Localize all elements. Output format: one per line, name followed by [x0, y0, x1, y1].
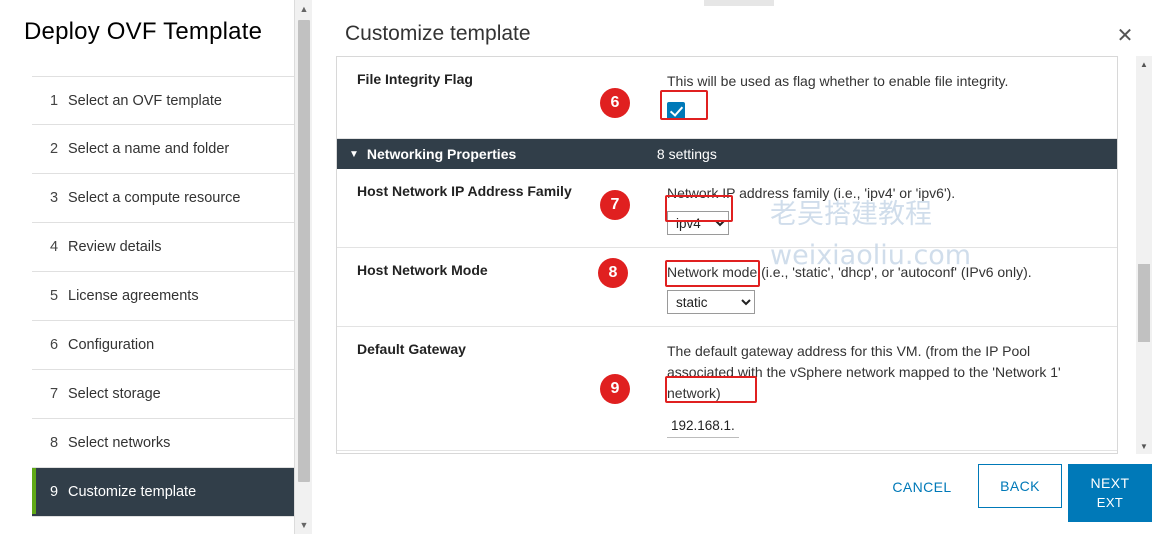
- host-network-ip-address-family-select[interactable]: ipv4 ipv6: [667, 211, 729, 235]
- step-number: 7: [50, 386, 59, 402]
- table-row: Default Gateway The default gateway addr…: [337, 327, 1117, 451]
- scrollbar-thumb[interactable]: [1138, 264, 1150, 342]
- wizard-sidebar: Deploy OVF Template 1 Select an OVF temp…: [0, 0, 313, 534]
- scroll-down-icon[interactable]: ▼: [295, 516, 313, 534]
- sidebar-item-select-a-name-and-folder[interactable]: 2 Select a name and folder: [32, 125, 294, 174]
- step-label: Customize template: [68, 484, 197, 500]
- sidebar-item-configuration[interactable]: 6 Configuration: [32, 321, 294, 370]
- table-row: Host Network Mode Network mode (i.e., 's…: [337, 248, 1117, 327]
- content-scrollbar[interactable]: ▲ ▼: [1136, 56, 1152, 454]
- customize-template-panel: Customize template ✕ File Integrity Flag…: [312, 0, 1152, 534]
- step-number: 5: [50, 288, 59, 304]
- property-description: The domain name of this VM. (from the IP…: [667, 451, 1107, 453]
- step-badge-7: 7: [600, 190, 630, 220]
- step-number: 1: [50, 92, 59, 109]
- property-value-cell: Network mode (i.e., 'static', 'dhcp', or…: [667, 248, 1117, 326]
- table-row: Domain Name The domain name of this VM. …: [337, 451, 1117, 453]
- step-label: Select an OVF template: [68, 92, 222, 109]
- step-number: 9: [50, 484, 59, 500]
- next-button-label-1: NEXT: [1090, 475, 1130, 491]
- app-window: Deploy OVF Template 1 Select an OVF temp…: [0, 0, 1152, 534]
- window-tab-fragment: [704, 0, 774, 6]
- step-number: 6: [50, 337, 59, 353]
- step-label: License agreements: [68, 288, 199, 304]
- step-label: Select a name and folder: [68, 141, 230, 157]
- step-number: 8: [50, 435, 59, 451]
- close-icon[interactable]: ✕: [1114, 26, 1136, 48]
- section-title: Networking Properties: [366, 146, 517, 162]
- wizard-footer: CANCEL BACK NEXT EXT: [312, 456, 1152, 534]
- step-label: Configuration: [68, 337, 155, 353]
- step-badge-9: 9: [600, 374, 630, 404]
- property-label: Domain Name: [337, 451, 667, 453]
- step-label: Select networks: [68, 435, 171, 451]
- step-label: Review details: [68, 239, 162, 255]
- file-integrity-checkbox[interactable]: [667, 102, 685, 120]
- property-description: This will be used as flag whether to ena…: [667, 73, 1009, 89]
- table-row: Host Network IP Address Family Network I…: [337, 169, 1117, 248]
- host-network-mode-select[interactable]: static dhcp autoconf: [667, 290, 755, 314]
- scroll-down-icon[interactable]: ▼: [1136, 438, 1152, 454]
- property-value-cell: This will be used as flag whether to ena…: [667, 57, 1117, 138]
- property-description: Network IP address family (i.e., 'ipv4' …: [667, 185, 956, 201]
- next-button-label-2: EXT: [1096, 495, 1124, 510]
- step-badge-8: 8: [598, 258, 628, 288]
- step-number: 4: [50, 239, 59, 255]
- sidebar-scrollbar[interactable]: ▲ ▼: [294, 0, 313, 534]
- step-label: Select a compute resource: [68, 190, 241, 206]
- property-value-cell: The default gateway address for this VM.…: [667, 327, 1117, 450]
- default-gateway-input[interactable]: [667, 414, 739, 438]
- scroll-up-icon[interactable]: ▲: [1136, 56, 1152, 72]
- sidebar-item-select-an-ovf-template[interactable]: 1 Select an OVF template: [32, 76, 294, 125]
- cancel-button[interactable]: CANCEL: [878, 470, 966, 504]
- step-number: 2: [50, 141, 59, 157]
- property-description: The default gateway address for this VM.…: [667, 343, 1061, 401]
- scrollbar-thumb[interactable]: [298, 20, 310, 482]
- table-row: File Integrity Flag This will be used as…: [337, 57, 1117, 139]
- section-header-networking-properties[interactable]: ▼ Networking Properties 8 settings: [337, 139, 1117, 169]
- sidebar-item-review-details[interactable]: 4 Review details: [32, 223, 294, 272]
- scroll-up-icon[interactable]: ▲: [295, 0, 313, 18]
- wizard-title: Deploy OVF Template: [24, 18, 263, 45]
- properties-table: File Integrity Flag This will be used as…: [336, 56, 1118, 454]
- wizard-step-list: 1 Select an OVF template 2 Select a name…: [32, 76, 294, 517]
- sidebar-item-customize-template[interactable]: 9 Customize template: [32, 468, 294, 517]
- property-value-cell: Network IP address family (i.e., 'ipv4' …: [667, 169, 1117, 247]
- step-badge-6: 6: [600, 88, 630, 118]
- sidebar-item-select-networks[interactable]: 8 Select networks: [32, 419, 294, 468]
- next-button[interactable]: NEXT EXT: [1068, 464, 1152, 522]
- chevron-down-icon[interactable]: ▼: [349, 149, 359, 160]
- sidebar-item-select-a-compute-resource[interactable]: 3 Select a compute resource: [32, 174, 294, 223]
- sidebar-item-select-storage[interactable]: 7 Select storage: [32, 370, 294, 419]
- active-step-rail: [32, 468, 36, 514]
- sidebar-item-license-agreements[interactable]: 5 License agreements: [32, 272, 294, 321]
- step-number: 3: [50, 190, 59, 206]
- page-title: Customize template: [345, 22, 531, 45]
- property-description: Network mode (i.e., 'static', 'dhcp', or…: [667, 264, 1032, 280]
- section-count: 8 settings: [656, 146, 717, 162]
- back-button[interactable]: BACK: [978, 464, 1062, 508]
- step-label: Select storage: [68, 386, 161, 402]
